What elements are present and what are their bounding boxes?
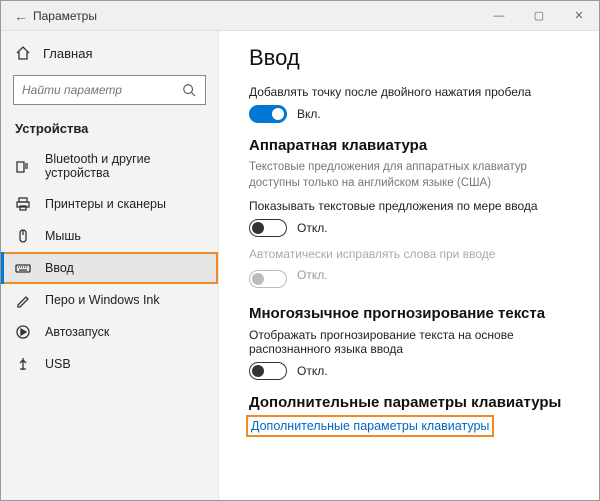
sidebar-item-label: Автозапуск (45, 325, 109, 339)
keyboard-icon (15, 260, 31, 276)
sidebar-home[interactable]: Главная (1, 39, 218, 67)
multilingual-heading: Многоязычное прогнозирование текста (249, 305, 577, 322)
toggle-autocorrect (249, 270, 287, 288)
sidebar-item-label: Мышь (45, 229, 81, 243)
setting-label-autocorrect: Автоматически исправлять слова при вводе (249, 247, 577, 261)
sidebar-nav: Bluetooth и другие устройства Принтеры и… (1, 144, 218, 500)
sidebar-item-typing[interactable]: Ввод (1, 252, 218, 284)
window-title: Параметры (33, 9, 479, 23)
hw-keyboard-heading: Аппаратная клавиатура (249, 137, 577, 154)
window-body: Главная Устройства Bluetooth и другие ус… (1, 31, 599, 500)
toggle-state: Откл. (297, 267, 328, 283)
advanced-keyboard-link[interactable]: Дополнительные параметры клавиатуры (249, 418, 491, 434)
minimize-button[interactable]: — (479, 1, 519, 31)
page-heading: Ввод (249, 45, 577, 71)
home-icon (15, 45, 31, 61)
maximize-button[interactable]: ▢ (519, 1, 559, 31)
advanced-keyboard-heading: Дополнительные параметры клавиатуры (249, 394, 577, 411)
hw-keyboard-note: Текстовые предложения для аппаратных кла… (249, 160, 577, 191)
search-input[interactable] (22, 83, 181, 97)
toggle-state: Вкл. (297, 107, 321, 121)
titlebar: ← Параметры — ▢ ✕ (1, 1, 599, 31)
toggle-row-autocorrect: Откл. (249, 267, 577, 291)
toggle-suggestions[interactable] (249, 219, 287, 237)
search-box[interactable] (13, 75, 206, 105)
usb-icon (15, 356, 31, 372)
sidebar-item-label: Ввод (45, 261, 74, 275)
sidebar-item-printers[interactable]: Принтеры и сканеры (1, 188, 218, 220)
sidebar-item-label: USB (45, 357, 71, 371)
setting-label-multilingual: Отображать прогнозирование текста на осн… (249, 328, 577, 356)
sidebar: Главная Устройства Bluetooth и другие ус… (1, 31, 219, 500)
pen-icon (15, 292, 31, 308)
sidebar-item-autoplay[interactable]: Автозапуск (1, 316, 218, 348)
toggle-row-double-space: Вкл. (249, 105, 577, 123)
sidebar-item-pen[interactable]: Перо и Windows Ink (1, 284, 218, 316)
mouse-icon (15, 228, 31, 244)
toggle-row-suggestions: Откл. (249, 219, 577, 237)
sidebar-item-label: Перо и Windows Ink (45, 293, 160, 307)
setting-label-suggestions: Показывать текстовые предложения по мере… (249, 199, 577, 213)
printer-icon (15, 196, 31, 212)
toggle-multilingual[interactable] (249, 362, 287, 380)
settings-window: ← Параметры — ▢ ✕ Главная Устройства (0, 0, 600, 501)
back-button[interactable]: ← (9, 8, 33, 24)
sidebar-item-label: Принтеры и сканеры (45, 197, 166, 211)
sidebar-home-label: Главная (43, 46, 92, 61)
sidebar-item-label: Bluetooth и другие устройства (45, 152, 204, 180)
toggle-double-space[interactable] (249, 105, 287, 123)
toggle-row-multilingual: Откл. (249, 362, 577, 380)
toggle-state: Откл. (297, 221, 328, 235)
sidebar-group-title: Устройства (1, 115, 218, 144)
window-controls: — ▢ ✕ (479, 1, 599, 31)
autoplay-icon (15, 324, 31, 340)
toggle-state: Откл. (297, 364, 328, 378)
sidebar-item-bluetooth[interactable]: Bluetooth и другие устройства (1, 144, 218, 188)
content-area: Ввод Добавлять точку после двойного нажа… (219, 31, 599, 500)
close-button[interactable]: ✕ (559, 1, 599, 31)
sidebar-item-usb[interactable]: USB (1, 348, 218, 380)
search-icon (181, 82, 197, 98)
sidebar-item-mouse[interactable]: Мышь (1, 220, 218, 252)
bluetooth-icon (15, 158, 31, 174)
setting-label-double-space: Добавлять точку после двойного нажатия п… (249, 85, 577, 99)
